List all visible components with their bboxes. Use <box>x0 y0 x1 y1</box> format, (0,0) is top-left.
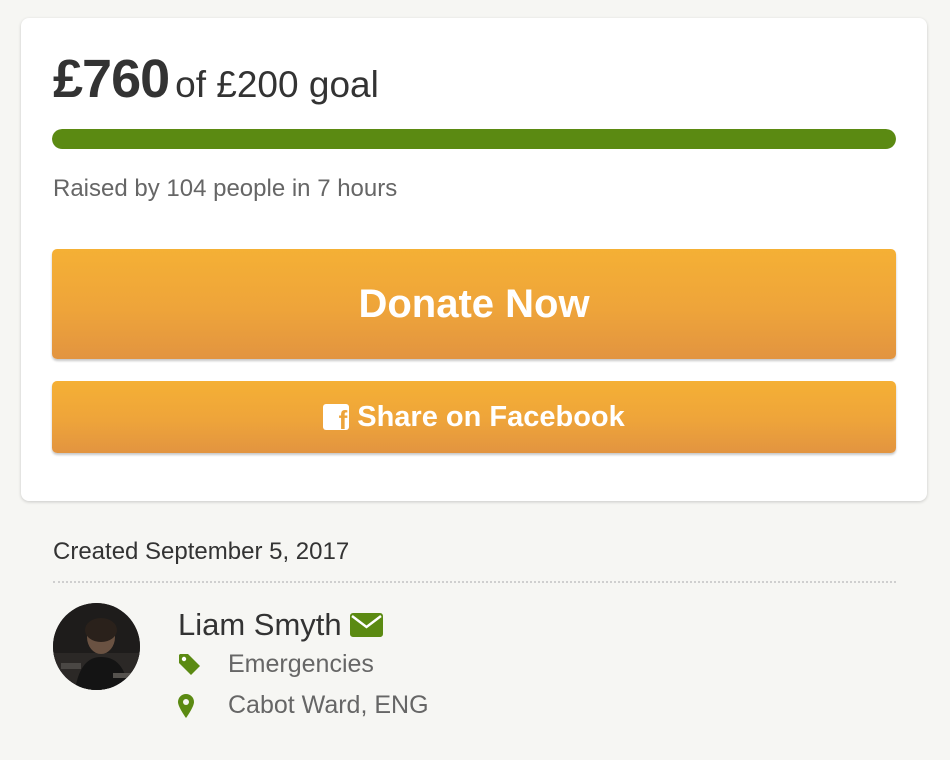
progress-bar <box>52 129 896 149</box>
avatar-photo <box>53 603 140 690</box>
raised-by-text: Raised by 104 people in 7 hours <box>53 175 398 202</box>
share-on-facebook-label: Share on Facebook <box>357 400 625 433</box>
raised-amount: £760 <box>53 49 170 109</box>
created-date: Created September 5, 2017 <box>53 538 350 565</box>
category-link[interactable]: Emergencies <box>228 650 374 679</box>
donate-now-label: Donate Now <box>358 281 590 326</box>
share-on-facebook-button[interactable]: f Share on Facebook <box>52 381 896 453</box>
donation-card: £760 of £200 goal Raised by 104 people in… <box>21 18 927 501</box>
category-row: Emergencies <box>178 650 374 679</box>
envelope-icon[interactable] <box>349 613 383 637</box>
amount-summary: £760 of £200 goal <box>53 52 379 106</box>
progress-bar-fill <box>52 129 896 149</box>
facebook-icon: f <box>323 404 350 430</box>
location-row: Cabot Ward, ENG <box>178 691 429 720</box>
tag-icon <box>178 653 208 677</box>
organizer-avatar[interactable] <box>53 603 140 690</box>
goal-text: of £200 goal <box>175 64 379 105</box>
dotted-divider <box>53 581 896 583</box>
donate-now-button[interactable]: Donate Now <box>52 249 896 359</box>
map-pin-icon <box>178 693 208 718</box>
organizer-name: Liam Smyth <box>178 607 342 642</box>
organizer-name-row: Liam Smyth <box>178 607 383 643</box>
location-text: Cabot Ward, ENG <box>228 691 429 719</box>
